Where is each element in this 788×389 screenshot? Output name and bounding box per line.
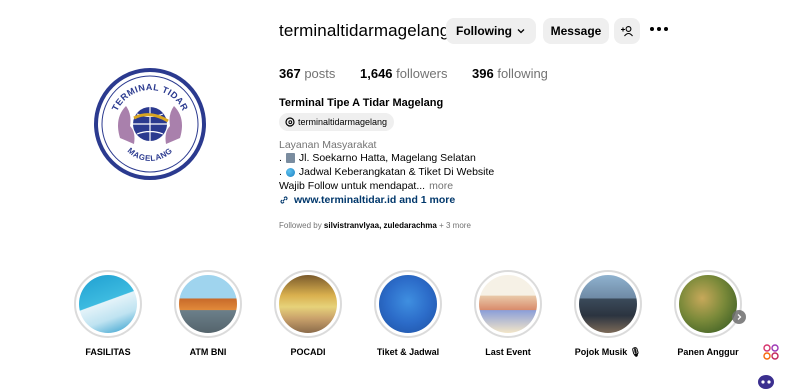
add-user-icon: [621, 26, 633, 37]
bio-line-follow: Wajib Follow untuk mendapat... more: [279, 180, 453, 192]
following-link[interactable]: 396 following: [472, 66, 548, 81]
followers-link[interactable]: 1,646 followers: [360, 66, 447, 81]
bio-line-address: . Jl. Soekarno Hatta, Magelang Selatan: [279, 152, 476, 164]
threads-badge[interactable]: terminaltidarmagelang: [279, 113, 395, 131]
following-count-value: 396: [472, 66, 494, 81]
message-button-label: Message: [550, 24, 602, 38]
highlight-label: Panen Anggur: [677, 347, 739, 357]
posts-count: 367 posts: [279, 66, 335, 81]
website-link[interactable]: www.terminaltidar.id and 1 more: [279, 194, 455, 206]
highlight-cover: [179, 275, 237, 333]
suggested-users-button[interactable]: [614, 18, 640, 44]
bio-more-link[interactable]: more: [429, 180, 453, 192]
bio-line-1-text: Jl. Soekarno Hatta, Magelang Selatan: [298, 152, 476, 164]
bio-line-schedule: . Jadwal Keberangkatan & Tiket Di Websit…: [279, 166, 495, 178]
message-button[interactable]: Message: [543, 18, 609, 44]
link-icon: [280, 196, 288, 204]
following-count-label: following: [497, 66, 548, 81]
highlight-atm-bni[interactable]: [174, 270, 242, 338]
followed-by-names: silvistranvlyaa, zuledarachma: [323, 221, 437, 230]
posts-count-label: posts: [304, 66, 336, 81]
bio-line-3-text: Wajib Follow untuk mendapat...: [279, 180, 426, 192]
more-icon[interactable]: [650, 22, 670, 36]
profile-full-name: Terminal Tipe A Tidar Magelang: [279, 97, 444, 109]
highlight-label: FASILITAS: [85, 347, 131, 357]
highlight-cover: [479, 275, 537, 333]
bio-line-2-text: Jadwal Keberangkatan & Tiket Di Website: [298, 166, 495, 178]
website-text: www.terminaltidar.id and 1 more: [294, 194, 456, 206]
highlight-label: Pojok Musik 🎙: [574, 347, 642, 357]
followed-by[interactable]: Followed by silvistranvlyaa, zuledarachm…: [279, 221, 471, 230]
posts-count-value: 367: [279, 66, 301, 81]
followers-count-value: 1,646: [360, 66, 393, 81]
profile-avatar[interactable]: TERMINAL TIDAR MAGELANG: [92, 66, 208, 182]
meta-ai-icon[interactable]: [762, 343, 780, 361]
following-button-label: Following: [456, 24, 512, 38]
highlight-cover: [679, 275, 737, 333]
highlight-cover: [379, 275, 437, 333]
highlights-next-button[interactable]: [732, 310, 746, 324]
followers-count-label: followers: [396, 66, 448, 81]
threads-icon: [285, 117, 295, 127]
followed-by-prefix: Followed by: [279, 221, 322, 230]
profile-category: Layanan Masyarakat: [279, 139, 377, 151]
highlight-tiket-jadwal[interactable]: [374, 270, 442, 338]
highlight-pojok-musik[interactable]: [574, 270, 642, 338]
chevron-down-icon: [517, 29, 525, 34]
followed-by-suffix: + 3 more: [439, 221, 471, 230]
profile-username: terminaltidarmagelang: [279, 21, 450, 40]
highlight-last-event[interactable]: [474, 270, 542, 338]
highlight-pocadi[interactable]: [274, 270, 342, 338]
messenger-icon[interactable]: [756, 373, 776, 389]
threads-handle: terminaltidarmagelang: [298, 117, 388, 127]
highlight-label: ATM BNI: [189, 347, 227, 357]
highlight-fasilitas[interactable]: [74, 270, 142, 338]
chevron-right-icon: [737, 314, 742, 320]
highlight-cover: [579, 275, 637, 333]
highlight-label: Tiket & Jadwal: [376, 347, 440, 357]
following-button[interactable]: Following: [446, 18, 536, 44]
highlight-cover: [79, 275, 137, 333]
highlight-cover: [279, 275, 337, 333]
building-icon: [285, 153, 295, 163]
highlight-panen-anggur[interactable]: [674, 270, 742, 338]
highlight-label: Last Event: [485, 347, 531, 357]
globe-icon: [285, 167, 295, 177]
highlight-label: POCADI: [290, 347, 326, 357]
